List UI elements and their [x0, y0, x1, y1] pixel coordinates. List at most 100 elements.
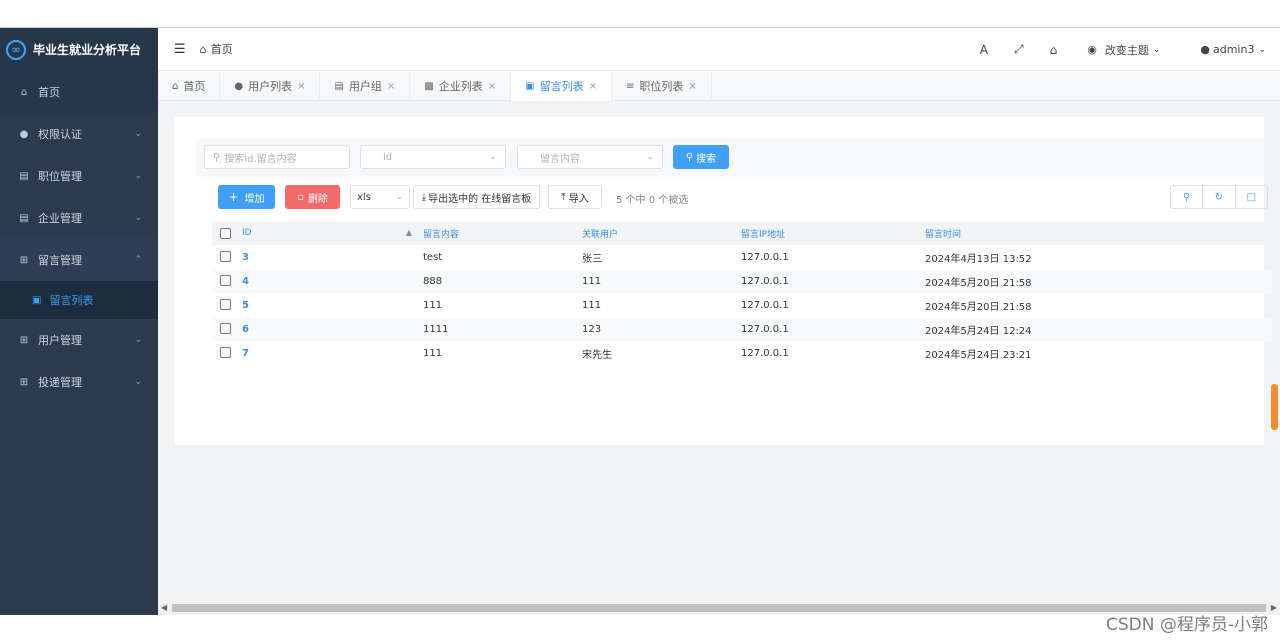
refresh-icon[interactable]: ↻	[1203, 186, 1236, 208]
import-button[interactable]: ⤒ 导入	[548, 185, 602, 209]
search-toggle-icon[interactable]: ⚲	[1171, 186, 1204, 208]
delete-button[interactable]: ▫ 删除	[285, 185, 340, 209]
scroll-right-icon[interactable]: ▶	[1271, 603, 1277, 612]
sidebar-item-companies[interactable]: ▤ 企业管理 ⌄	[0, 197, 158, 239]
app-logo[interactable]: ∞ 毕业生就业分析平台	[0, 28, 158, 71]
cell-user: 123	[575, 317, 734, 341]
row-checkbox[interactable]	[220, 323, 231, 335]
add-button[interactable]: + 增加	[218, 185, 275, 209]
sidebar-item-label: 用户管理	[38, 334, 82, 347]
sidebar-item-auth[interactable]: ● 权限认证 ⌄	[0, 113, 158, 155]
row-checkbox[interactable]	[220, 275, 231, 287]
content-select[interactable]: 留言内容 ⌄	[517, 145, 663, 169]
select-all-cell	[212, 221, 236, 245]
search-button[interactable]: ⚲ 搜索	[673, 145, 729, 169]
hamburger-menu-icon[interactable]: ☰	[174, 42, 186, 57]
table-row[interactable]: 5 111 111 127.0.0.1 2024年5月20日 21:58	[212, 293, 1272, 317]
sidebar-subitem-message-list[interactable]: ▣ 留言列表	[0, 281, 158, 319]
cell-ip: 127.0.0.1	[741, 347, 789, 359]
row-select-cell	[212, 317, 236, 341]
scrollbar-thumb[interactable]	[172, 604, 1266, 612]
search-input[interactable]: ⚲ 搜索id,留言内容	[204, 145, 350, 169]
selection-info: 5 个中 0 个被选	[616, 195, 689, 206]
breadcrumb[interactable]: ⌂ 首页	[200, 41, 233, 57]
close-icon[interactable]: ×	[488, 81, 496, 92]
table-row[interactable]: 7 111 宋先生 127.0.0.1 2024年5月24日 23:21	[212, 341, 1272, 365]
table-row[interactable]: 4 888 111 127.0.0.1 2024年5月20日 21:58	[212, 269, 1272, 293]
fullscreen-icon[interactable]: ⤢	[1014, 42, 1024, 57]
sidebar: ∞ 毕业生就业分析平台 ⌂ 首页 ● 权限认证 ⌄ ▤ 职位管理 ⌄ ▤ 企业管…	[0, 28, 158, 615]
message-panel: ⚲ 搜索id,留言内容 id ⌄ 留言内容 ⌄ ⚲ 搜索 + 增加 ▫ 删除 x…	[174, 117, 1272, 445]
tab-user-list[interactable]: ● 用户列表 ×	[220, 71, 321, 101]
tab-label: 用户列表	[248, 80, 293, 93]
infinity-logo-icon: ∞	[6, 39, 26, 60]
search-icon: ⚲	[213, 151, 221, 163]
search-placeholder: 搜索id,留言内容	[224, 153, 297, 165]
sort-ascending-icon: ▲	[405, 228, 412, 237]
cell-time: 2024年5月24日 23:21	[925, 349, 1032, 361]
row-checkbox[interactable]	[220, 251, 231, 263]
sidebar-item-jobs[interactable]: ▤ 职位管理 ⌄	[0, 155, 158, 197]
list-icon: ≡	[626, 80, 635, 92]
user-icon: ●	[1200, 43, 1210, 56]
theme-label: 改变主题	[1104, 43, 1149, 57]
column-header-time[interactable]: 留言时间	[918, 221, 1272, 245]
theme-switcher[interactable]: ◉ 改变主题 ⌄	[1087, 42, 1160, 58]
export-button[interactable]: ⤓ 导出选中的 在线留言板	[413, 185, 540, 209]
home-icon: ⌂	[172, 80, 179, 92]
cell-ip: 127.0.0.1	[734, 317, 918, 341]
vertical-scroll-thumb[interactable]	[1271, 384, 1278, 430]
cell-id: 6	[236, 317, 416, 341]
column-header-id[interactable]: ID ▲	[236, 221, 416, 245]
close-icon[interactable]: ×	[387, 81, 395, 92]
chevron-down-icon: ⌄	[489, 152, 497, 162]
columns-icon[interactable]: □	[1236, 186, 1267, 208]
sidebar-item-deliveries[interactable]: ⊞ 投递管理 ⌄	[0, 361, 158, 403]
export-format-select[interactable]: xls ⌄	[350, 185, 410, 209]
cell-id: 5	[242, 299, 249, 311]
tab-job-list[interactable]: ≡ 职位列表 ×	[612, 71, 712, 101]
tab-message-list[interactable]: ▣ 留言列表 ×	[511, 71, 613, 101]
sidebar-subitem-label: 留言列表	[49, 294, 94, 307]
sidebar-item-label: 留言管理	[38, 254, 82, 267]
message-table: ID ▲ 留言内容 关联用户 留言IP地址 留言时间 3 test 张三 127…	[212, 221, 1272, 365]
scroll-left-icon[interactable]: ◀	[161, 603, 167, 612]
cell-ip: 127.0.0.1	[741, 299, 789, 311]
table-tool-icons: ⚲ ↻ □	[1170, 185, 1268, 209]
tab-company-list[interactable]: ▩ 企业列表 ×	[410, 71, 512, 101]
chevron-down-icon: ⌄	[134, 335, 142, 345]
close-icon[interactable]: ×	[297, 81, 305, 92]
font-size-icon[interactable]: A	[980, 43, 988, 57]
cell-time: 2024年5月24日 12:24	[918, 317, 1272, 341]
table-toolbar: + 增加 ▫ 删除 xls ⌄ ⤓ 导出选中的 在线留言板 ⤒ 导入 5 个中 …	[218, 185, 1268, 211]
home-icon[interactable]: ⌂	[1050, 43, 1058, 57]
chevron-down-icon: ⌄	[134, 129, 142, 139]
cell-content: 888	[416, 269, 575, 293]
grid-icon: ⊞	[19, 334, 29, 346]
close-icon[interactable]: ×	[688, 81, 696, 92]
sidebar-item-label: 企业管理	[38, 212, 82, 225]
cell-time: 2024年5月20日 21:58	[918, 269, 1272, 293]
row-select-cell	[212, 245, 236, 269]
column-header-ip[interactable]: 留言IP地址	[734, 221, 918, 245]
table-row[interactable]: 6 1111 123 127.0.0.1 2024年5月24日 12:24	[212, 317, 1272, 341]
search-field-select[interactable]: id ⌄	[360, 145, 506, 169]
column-header-user[interactable]: 关联用户	[575, 221, 734, 245]
sidebar-item-users[interactable]: ⊞ 用户管理 ⌄	[0, 319, 158, 361]
chevron-down-icon: ⌄	[646, 152, 654, 162]
tab-label: 留言列表	[539, 80, 584, 93]
table-row[interactable]: 3 test 张三 127.0.0.1 2024年4月13日 13:52	[212, 245, 1272, 269]
tab-home[interactable]: ⌂ 首页	[158, 71, 221, 101]
sidebar-item-home[interactable]: ⌂ 首页	[0, 71, 158, 113]
field-select-placeholder: id	[383, 151, 393, 163]
row-checkbox[interactable]	[220, 347, 231, 359]
tab-user-group[interactable]: ▤ 用户组 ×	[320, 71, 411, 101]
close-icon[interactable]: ×	[589, 81, 597, 92]
column-header-content[interactable]: 留言内容	[416, 221, 575, 245]
user-icon: ●	[234, 80, 244, 92]
user-menu[interactable]: ● admin3 ⌄	[1200, 43, 1266, 56]
app-window: ∞ 毕业生就业分析平台 ⌂ 首页 ● 权限认证 ⌄ ▤ 职位管理 ⌄ ▤ 企业管…	[0, 27, 1280, 615]
row-checkbox[interactable]	[220, 299, 231, 311]
sidebar-item-messages[interactable]: ⊞ 留言管理 ⌃	[0, 239, 158, 281]
select-all-checkbox[interactable]	[220, 227, 231, 239]
